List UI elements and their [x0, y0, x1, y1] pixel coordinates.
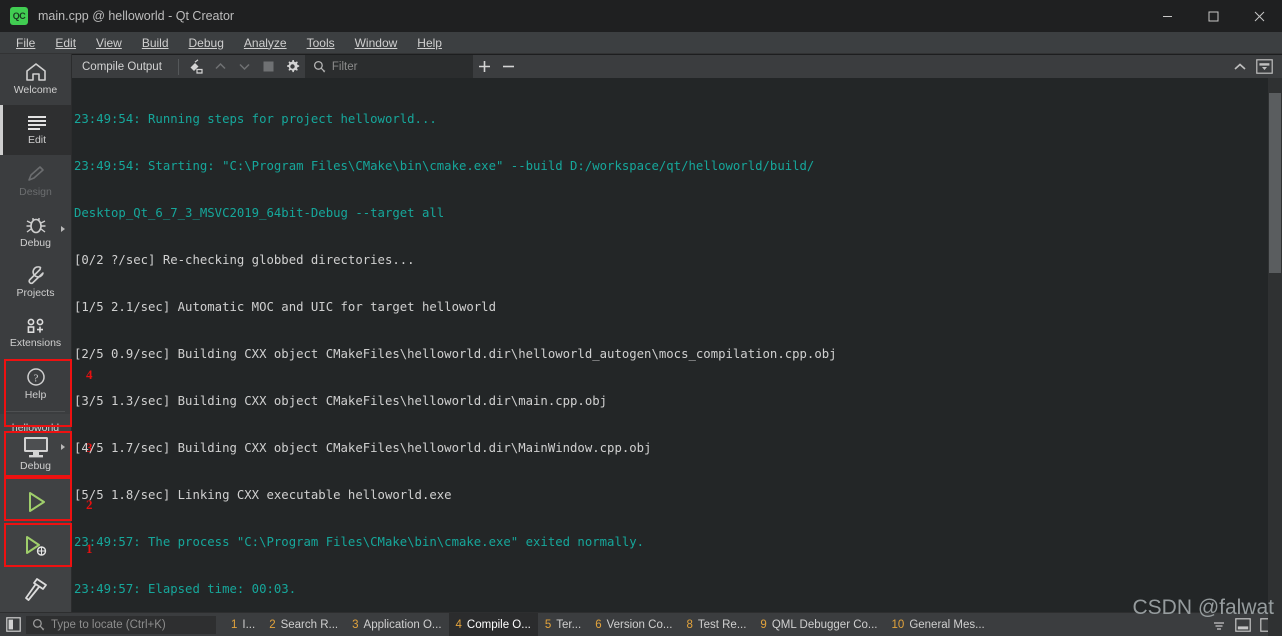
wrench-icon [25, 265, 47, 285]
mode-welcome-label: Welcome [13, 84, 58, 97]
chevron-right-icon [61, 443, 65, 450]
menu-help-label: Help [417, 35, 442, 50]
menu-debug-label: Debug [188, 35, 224, 50]
question-icon: ? [26, 367, 46, 387]
title-bar: QC main.cpp @ helloworld - Qt Creator [0, 0, 1282, 32]
mode-help[interactable]: ? Help [0, 358, 71, 409]
mode-extensions[interactable]: Extensions [0, 308, 71, 359]
home-icon [25, 62, 47, 82]
mode-selector-bar: Welcome Edit Design Debug Projects Exten… [0, 54, 93, 612]
zoom-in-button[interactable] [473, 55, 497, 78]
toggle-sidebar-icon[interactable] [0, 613, 26, 636]
clear-icon[interactable] [185, 55, 209, 78]
output-vertical-scrollbar[interactable] [1268, 78, 1282, 636]
output-line: [4/5 1.7/sec] Building CXX object CMakeF… [74, 441, 652, 455]
prev-item-icon[interactable] [209, 55, 233, 78]
mode-design: Design [0, 155, 71, 206]
mode-help-label: Help [24, 388, 47, 401]
hammer-icon [22, 577, 50, 603]
extensions-icon [25, 317, 47, 335]
menu-tools-label: Tools [306, 35, 335, 50]
chevron-right-icon [61, 226, 65, 233]
build-project-button[interactable] [0, 567, 71, 612]
output-line: Desktop_Qt_6_7_3_MSVC2019_64bit-Debug --… [74, 206, 445, 220]
menu-tools[interactable]: Tools [297, 34, 345, 52]
kit-selector[interactable]: helloworld Debug [0, 413, 71, 480]
scrollbar-thumb[interactable] [1269, 93, 1281, 273]
output-line: [2/5 0.9/sec] Building CXX object CMakeF… [74, 347, 837, 361]
mode-welcome[interactable]: Welcome [0, 54, 71, 105]
run-button[interactable] [0, 479, 71, 524]
menu-edit-label: Edit [55, 35, 77, 50]
menu-bar: File Edit View Build Debug Analyze Tools… [0, 32, 1282, 54]
mode-debug-label: Debug [20, 236, 51, 249]
pen-icon [25, 164, 47, 184]
menu-debug[interactable]: Debug [179, 34, 234, 52]
kit-project-name: helloworld [11, 421, 60, 434]
run-controls: helloworld Debug [0, 413, 71, 612]
close-button[interactable] [1236, 0, 1282, 32]
menu-window[interactable]: Window [345, 34, 408, 52]
qt-creator-window: QC main.cpp @ helloworld - Qt Creator Fi… [0, 0, 1282, 636]
search-icon [313, 60, 326, 73]
output-line: 23:49:54: Starting: "C:\Program Files\CM… [74, 159, 815, 173]
output-line: [3/5 1.3/sec] Building CXX object CMakeF… [74, 394, 608, 408]
chevron-up-icon[interactable] [1228, 55, 1252, 78]
lines-icon [26, 114, 48, 132]
output-line: 23:49:54: Running steps for project hell… [74, 112, 437, 126]
output-pane-header: Compile Output Filter [72, 55, 1282, 78]
mode-edit[interactable]: Edit [0, 104, 71, 156]
main-body: Welcome Edit Design Debug Projects Exten… [0, 54, 1282, 636]
output-pane-title: Compile Output [82, 60, 162, 73]
mode-projects[interactable]: Projects [0, 257, 71, 308]
mode-edit-label: Edit [27, 134, 47, 147]
header-divider [177, 58, 179, 75]
menu-help[interactable]: Help [407, 34, 452, 52]
compile-output-text[interactable]: 23:49:54: Running steps for project hell… [72, 78, 1282, 636]
filter-input[interactable]: Filter [304, 55, 473, 78]
output-line: [0/2 ?/sec] Re-checking globbed director… [74, 253, 415, 267]
output-line: [1/5 2.1/sec] Automatic MOC and UIC for … [74, 300, 496, 314]
maximize-button[interactable] [1190, 0, 1236, 32]
output-pane: Compile Output Filter 23:49:54: Running … [72, 54, 1282, 636]
svg-text:?: ? [33, 372, 38, 384]
start-debugging-button[interactable] [0, 523, 71, 568]
menu-build-label: Build [141, 35, 169, 50]
settings-gear-icon[interactable] [281, 55, 305, 78]
menu-view-label: View [96, 35, 122, 50]
output-line: [5/5 1.8/sec] Linking CXX executable hel… [74, 488, 452, 502]
next-item-icon[interactable] [233, 55, 257, 78]
menu-file-label: File [16, 35, 36, 50]
modebar-divider [6, 411, 65, 412]
desktop-icon [21, 435, 51, 459]
mode-design-label: Design [19, 185, 52, 198]
output-line: 23:49:57: Elapsed time: 00:03. [74, 582, 297, 596]
window-controls [1144, 0, 1282, 32]
menu-window-label: Window [354, 35, 398, 50]
mode-extensions-label: Extensions [9, 336, 62, 349]
menu-file[interactable]: File [6, 34, 45, 52]
menu-edit[interactable]: Edit [45, 34, 86, 52]
stop-icon[interactable] [257, 55, 281, 78]
bug-icon [25, 215, 47, 235]
menu-analyze-label: Analyze [243, 35, 287, 50]
mode-projects-label: Projects [16, 287, 55, 300]
qt-creator-logo: QC [10, 7, 28, 25]
menu-build[interactable]: Build [132, 34, 179, 52]
minimize-button[interactable] [1144, 0, 1190, 32]
zoom-out-button[interactable] [497, 55, 521, 78]
output-line: 23:49:57: The process "C:\Program Files\… [74, 535, 645, 549]
mode-debug[interactable]: Debug [0, 206, 71, 257]
kit-build-config: Debug [20, 459, 51, 472]
workspace: Projects [72, 54, 1282, 636]
debug-run-icon [21, 533, 51, 559]
window-title: main.cpp @ helloworld - Qt Creator [38, 9, 235, 23]
filter-placeholder: Filter [331, 60, 358, 73]
menu-view[interactable]: View [86, 34, 132, 52]
search-icon [32, 618, 45, 631]
run-icon [23, 489, 49, 515]
maximize-output-icon[interactable] [1252, 55, 1276, 78]
menu-analyze[interactable]: Analyze [234, 34, 297, 52]
